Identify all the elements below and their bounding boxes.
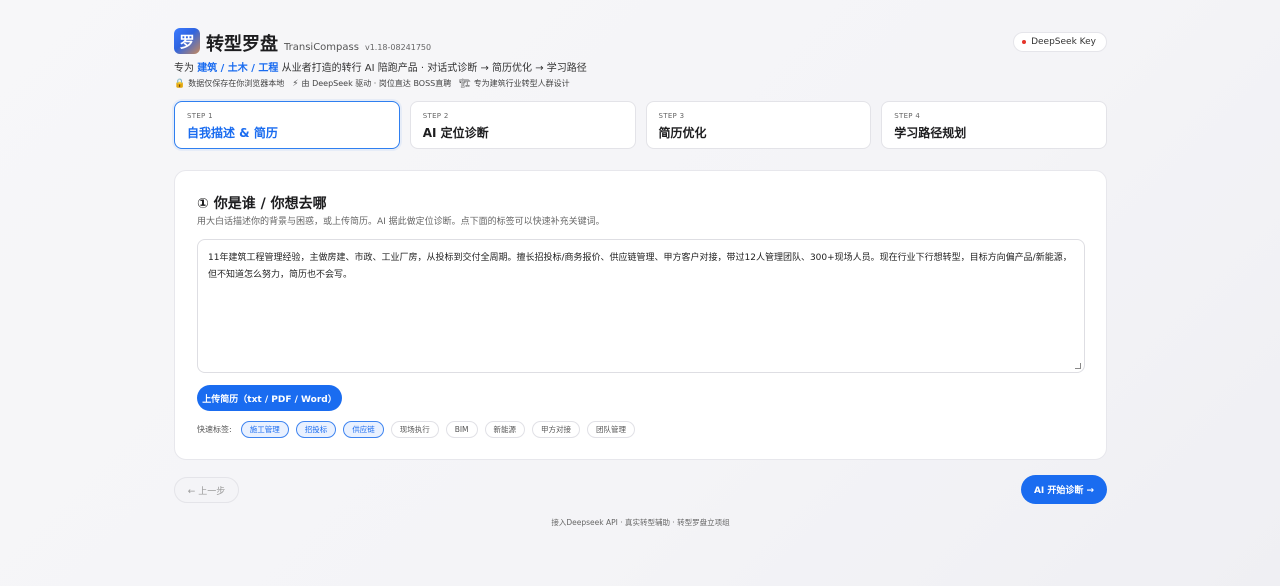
header: 罗 转型罗盘 TransiCompass v1.18-08241750 专为 建…	[174, 28, 1107, 100]
version-label: v1.18-08241750	[364, 43, 432, 52]
tag-client-liaison[interactable]: 甲方对接	[532, 421, 581, 438]
tag-bim[interactable]: BIM	[445, 421, 478, 438]
self-description-card: ① 你是谁 / 你想去哪 用大白话描述你的背景与困惑，或上传简历。AI 据此做定…	[174, 170, 1107, 460]
tagline-suffix: 从业者打造的转行 AI 陪跑产品 · 对话式诊断 → 简历优化 → 学习路径	[281, 63, 587, 74]
tag-construction-management[interactable]: 施工管理	[240, 421, 289, 438]
tab-step-1[interactable]: STEP 1 自我描述 & 简历	[174, 101, 400, 149]
step-title: 自我描述 & 简历	[187, 126, 278, 140]
tagline-prefix: 专为	[174, 63, 194, 74]
app-container: 罗 转型罗盘 TransiCompass v1.18-08241750 专为 建…	[174, 28, 1107, 527]
previous-step-button[interactable]: ← 上一步	[174, 477, 239, 503]
feature-item: 🔒 数据仅保存在你浏览器本地	[174, 78, 284, 89]
feature-item: ⚡ 由 DeepSeek 驱动 · 岗位直达 BOSS直聘	[292, 78, 451, 89]
feature-text: 由 DeepSeek 驱动 · 岗位直达 BOSS直聘	[301, 79, 452, 88]
tag-team-management[interactable]: 团队管理	[587, 421, 636, 438]
start-diagnosis-button[interactable]: AI 开始诊断 →	[1021, 475, 1107, 504]
tag-supply-chain[interactable]: 供应链	[343, 421, 384, 438]
feature-item: 🏗 专为建筑行业转型人群设计	[459, 78, 569, 89]
tag-site-execution[interactable]: 现场执行	[390, 421, 439, 438]
self-description-textarea[interactable]: 11年建筑工程管理经验，主做房建、市政、工业厂房，从投标到交付全周期。擅长招投标…	[197, 239, 1085, 373]
card-title: ① 你是谁 / 你想去哪	[197, 196, 327, 212]
construction-icon: 🏗	[459, 79, 471, 89]
brand: 转型罗盘 TransiCompass v1.18-08241750	[206, 30, 431, 56]
quick-tags: 快速标签: 施工管理 招投标 供应链 现场执行 BIM 新能源 甲方对接 团队管…	[197, 421, 636, 438]
tab-step-3[interactable]: STEP 3 简历优化	[645, 101, 872, 149]
step-number: STEP 1	[187, 112, 213, 120]
feature-list: 🔒 数据仅保存在你浏览器本地 ⚡ 由 DeepSeek 驱动 · 岗位直达 BOSS…	[174, 78, 570, 89]
resize-handle-icon[interactable]	[1075, 363, 1081, 369]
quick-tags-label: 快速标签:	[197, 425, 232, 434]
upload-resume-label: 上传简历（txt / PDF / Word）	[202, 394, 337, 405]
status-dot-icon	[1022, 40, 1027, 44]
feature-text: 数据仅保存在你浏览器本地	[188, 79, 285, 88]
brand-name: 转型罗盘	[206, 34, 278, 55]
lock-icon: 🔒	[174, 79, 186, 89]
brand-english-name: TransiCompass	[284, 42, 359, 53]
tagline: 专为 建筑 / 土木 / 工程 从业者打造的转行 AI 陪跑产品 · 对话式诊断…	[174, 59, 587, 74]
deepseek-key-label: DeepSeek Key	[1031, 37, 1096, 47]
tagline-highlight: 建筑 / 土木 / 工程	[197, 63, 279, 74]
step-tabs: STEP 1 自我描述 & 简历 STEP 2 AI 定位诊断 STEP 3 简…	[174, 101, 1107, 149]
lightning-icon: ⚡	[292, 79, 299, 89]
step-number: STEP 3	[658, 112, 685, 120]
upload-resume-button[interactable]: 上传简历（txt / PDF / Word）	[197, 385, 342, 411]
textarea-content: 11年建筑工程管理经验，主做房建、市政、工业厂房，从投标到交付全周期。擅长招投标…	[208, 253, 1072, 280]
step-title: AI 定位诊断	[422, 126, 489, 140]
app-logo: 罗	[174, 28, 200, 54]
tab-step-2[interactable]: STEP 2 AI 定位诊断	[409, 101, 636, 149]
feature-text: 专为建筑行业转型人群设计	[473, 79, 570, 88]
tag-bidding[interactable]: 招投标	[295, 421, 337, 438]
step-title: 学习路径规划	[894, 126, 967, 140]
deepseek-key-button[interactable]: DeepSeek Key	[1013, 32, 1107, 52]
step-number: STEP 2	[422, 112, 449, 120]
step-number: STEP 4	[894, 112, 921, 120]
tag-new-energy[interactable]: 新能源	[484, 421, 526, 438]
step-title: 简历优化	[658, 126, 707, 140]
footer: 接入Deepseek API · 真实转型辅助 · 转型罗盘立项组	[551, 518, 730, 527]
card-description: 用大白话描述你的背景与困惑，或上传简历。AI 据此做定位诊断。点下面的标签可以快…	[197, 217, 605, 227]
tab-step-4[interactable]: STEP 4 学习路径规划	[881, 101, 1107, 149]
